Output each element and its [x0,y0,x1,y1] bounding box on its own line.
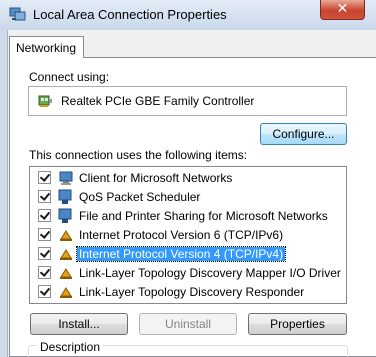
list-item-ipv4[interactable]: Internet Protocol Version 4 (TCP/IPv4) [30,245,346,263]
item-label: Link-Layer Topology Discovery Mapper I/O… [79,266,341,280]
uninstall-button[interactable]: Uninstall [139,313,237,335]
adapter-field: Realtek PCIe GBE Family Controller [28,86,347,116]
install-button[interactable]: Install... [30,313,128,335]
item-checkbox[interactable] [38,247,51,260]
item-checkbox[interactable] [38,266,51,279]
item-checkbox[interactable] [38,285,51,298]
properties-button[interactable]: Properties [248,313,347,335]
protocol-icon [60,230,72,241]
item-checkbox[interactable] [38,171,51,184]
item-label: QoS Packet Scheduler [79,190,201,204]
tab-networking-label: Networking [16,41,77,55]
network-adapter-icon [38,95,52,107]
protocol-icon [60,287,72,298]
item-label: Internet Protocol Version 4 (TCP/IPv4) [75,246,287,262]
list-item-lltd-responder[interactable]: Link-Layer Topology Discovery Responder [30,283,346,301]
item-label: Internet Protocol Version 6 (TCP/IPv6) [79,228,284,242]
client-icon [59,171,73,185]
title-bar: Local Area Connection Properties ✕ [0,0,376,30]
install-button-label: Install... [58,317,100,331]
list-item-qos[interactable]: QoS Packet Scheduler [30,188,346,206]
item-checkbox[interactable] [38,209,51,222]
close-icon: ✕ [336,1,349,17]
close-button[interactable]: ✕ [320,0,365,20]
protocol-icon [60,268,72,279]
window-title: Local Area Connection Properties [33,7,227,22]
protocol-icon [60,249,72,260]
adapter-name: Realtek PCIe GBE Family Controller [61,94,255,108]
description-label: Description [37,340,104,354]
list-item-file-printer[interactable]: File and Printer Sharing for Microsoft N… [30,207,346,225]
items-label: This connection uses the following items… [29,148,248,162]
item-label: Client for Microsoft Networks [79,171,233,185]
items-list[interactable]: Client for Microsoft Networks QoS Packet… [29,166,347,304]
item-checkbox[interactable] [38,190,51,203]
item-checkbox[interactable] [38,228,51,241]
properties-button-label: Properties [270,317,325,331]
connect-using-label: Connect using: [29,70,110,84]
list-item-ipv6[interactable]: Internet Protocol Version 6 (TCP/IPv6) [30,226,346,244]
service-icon [58,208,72,223]
item-label: Link-Layer Topology Discovery Responder [79,285,305,299]
list-item-client[interactable]: Client for Microsoft Networks [30,169,346,187]
service-icon [58,189,72,204]
configure-button-label: Configure... [272,127,335,141]
uninstall-button-label: Uninstall [164,317,212,331]
item-label: File and Printer Sharing for Microsoft N… [79,209,328,223]
list-item-lltd-mapper[interactable]: Link-Layer Topology Discovery Mapper I/O… [30,264,346,282]
network-connection-icon [9,7,26,21]
tab-networking[interactable]: Networking [9,36,84,58]
configure-button[interactable]: Configure... [260,123,347,145]
